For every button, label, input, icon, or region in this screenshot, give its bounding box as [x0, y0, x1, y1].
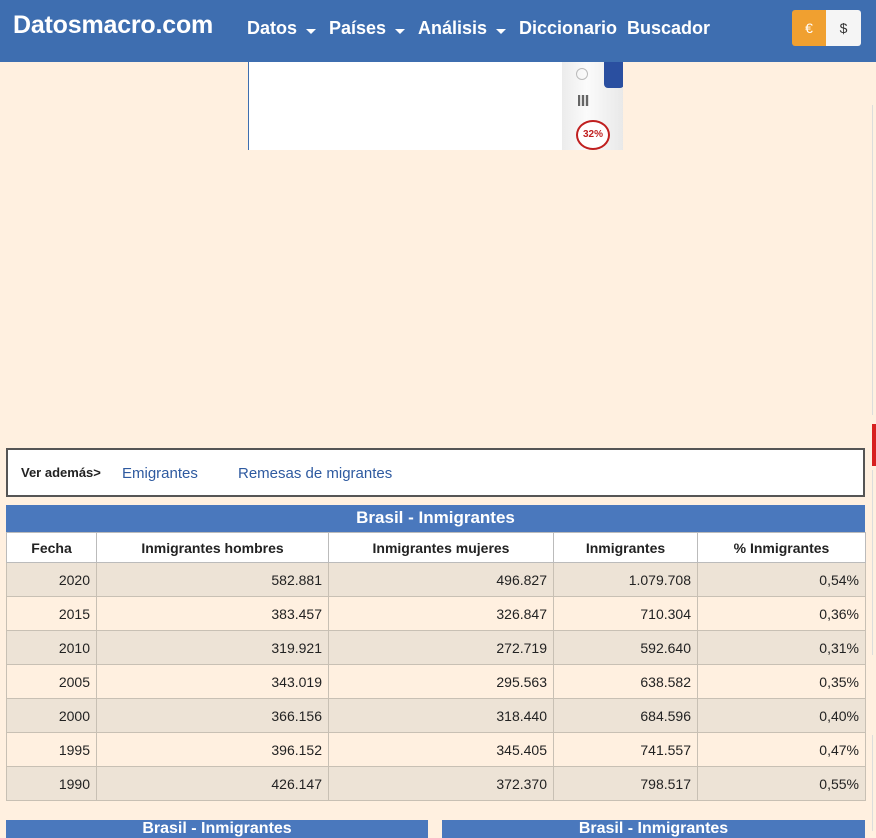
- site-logo[interactable]: Datosmacro.com: [13, 11, 213, 40]
- nav-analisis[interactable]: Análisis: [418, 18, 507, 39]
- cell-mujeres: 372.370: [328, 766, 554, 801]
- cell-hombres: 383.457: [96, 596, 329, 631]
- advertisement[interactable]: 32%: [248, 62, 623, 150]
- nav-analisis-label: Análisis: [418, 18, 488, 38]
- nav-paises[interactable]: Países: [329, 18, 406, 39]
- nav-datos-label: Datos: [247, 18, 298, 38]
- nav-buscador[interactable]: Buscador: [627, 18, 710, 39]
- table-title: Brasil - Inmigrantes: [6, 505, 865, 532]
- right-edge-red-tab: [872, 424, 876, 466]
- cell-mujeres: 496.827: [328, 562, 554, 597]
- right-edge-divider: [872, 735, 873, 831]
- see-also-box: Ver además> Emigrantes Remesas de migran…: [6, 448, 865, 497]
- cell-inmigrantes: 710.304: [553, 596, 698, 631]
- link-emigrantes[interactable]: Emigrantes: [122, 465, 198, 482]
- cell-hombres: 426.147: [96, 766, 329, 801]
- table-row: 2015 383.457 326.847 710.304 0,36%: [6, 596, 866, 631]
- column-header-inmigrantes-mujeres[interactable]: Inmigrantes mujeres: [328, 532, 554, 563]
- ad-discount-badge: 32%: [576, 120, 610, 150]
- cell-mujeres: 345.405: [328, 732, 554, 767]
- cell-hombres: 343.019: [96, 664, 329, 699]
- cell-hombres: 396.152: [96, 732, 329, 767]
- ad-product-cap: [604, 62, 623, 88]
- table-header-row: Fecha Inmigrantes hombres Inmigrantes mu…: [6, 532, 866, 563]
- nav-diccionario[interactable]: Diccionario: [519, 18, 617, 39]
- currency-usd-button[interactable]: $: [826, 10, 861, 46]
- column-header-inmigrantes[interactable]: Inmigrantes: [553, 532, 698, 563]
- cell-fecha: 1995: [6, 732, 97, 767]
- cell-porcentaje: 0,36%: [697, 596, 866, 631]
- column-header-porcentaje-inmigrantes[interactable]: % Inmigrantes: [697, 532, 866, 563]
- link-remesas-de-migrantes[interactable]: Remesas de migrantes: [238, 465, 392, 482]
- nav-datos[interactable]: Datos: [247, 18, 317, 39]
- cell-porcentaje: 0,47%: [697, 732, 866, 767]
- cell-inmigrantes: 741.557: [553, 732, 698, 767]
- cell-porcentaje: 0,40%: [697, 698, 866, 733]
- immigrants-table: Fecha Inmigrantes hombres Inmigrantes mu…: [6, 532, 866, 801]
- cell-fecha: 2010: [6, 630, 97, 665]
- cell-mujeres: 318.440: [328, 698, 554, 733]
- cell-mujeres: 326.847: [328, 596, 554, 631]
- cell-inmigrantes: 798.517: [553, 766, 698, 801]
- nav-paises-label: Países: [329, 18, 387, 38]
- cell-fecha: 2000: [6, 698, 97, 733]
- nav-buscador-label: Buscador: [627, 18, 711, 38]
- cell-inmigrantes: 592.640: [553, 630, 698, 665]
- cell-inmigrantes: 638.582: [553, 664, 698, 699]
- column-header-inmigrantes-hombres[interactable]: Inmigrantes hombres: [96, 532, 329, 563]
- chevron-down-icon: [496, 28, 507, 34]
- ad-circle-icon: [576, 68, 588, 80]
- table-row: 2005 343.019 295.563 638.582 0,35%: [6, 664, 866, 699]
- cell-mujeres: 295.563: [328, 664, 554, 699]
- cell-fecha: 1990: [6, 766, 97, 801]
- table-row: 2010 319.921 272.719 592.640 0,31%: [6, 630, 866, 665]
- chevron-down-icon: [395, 28, 406, 34]
- cell-inmigrantes: 684.596: [553, 698, 698, 733]
- cell-inmigrantes: 1.079.708: [553, 562, 698, 597]
- bottom-panel-title-right: Brasil - Inmigrantes: [442, 820, 865, 838]
- ad-product-image: 32%: [562, 62, 623, 150]
- table-row: 1995 396.152 345.405 741.557 0,47%: [6, 732, 866, 767]
- top-navbar: Datosmacro.com Datos Países Análisis Dic…: [0, 0, 876, 62]
- bottom-panel-title-left: Brasil - Inmigrantes: [6, 820, 428, 838]
- column-header-fecha[interactable]: Fecha: [6, 532, 97, 563]
- cell-mujeres: 272.719: [328, 630, 554, 665]
- currency-eur-button[interactable]: €: [792, 10, 826, 46]
- cell-fecha: 2015: [6, 596, 97, 631]
- right-edge-divider: [872, 470, 873, 655]
- cell-hombres: 319.921: [96, 630, 329, 665]
- table-row: 1990 426.147 372.370 798.517 0,55%: [6, 766, 866, 801]
- cell-hombres: 366.156: [96, 698, 329, 733]
- cell-fecha: 2005: [6, 664, 97, 699]
- cell-porcentaje: 0,35%: [697, 664, 866, 699]
- qr-code-icon: [578, 95, 589, 106]
- cell-hombres: 582.881: [96, 562, 329, 597]
- table-row: 2020 582.881 496.827 1.079.708 0,54%: [6, 562, 866, 597]
- cell-porcentaje: 0,55%: [697, 766, 866, 801]
- chevron-down-icon: [306, 28, 317, 34]
- cell-porcentaje: 0,31%: [697, 630, 866, 665]
- table-row: 2000 366.156 318.440 684.596 0,40%: [6, 698, 866, 733]
- cell-fecha: 2020: [6, 562, 97, 597]
- right-edge-divider: [872, 105, 873, 415]
- nav-diccionario-label: Diccionario: [519, 18, 618, 38]
- see-also-label: Ver además>: [21, 465, 101, 480]
- cell-porcentaje: 0,54%: [697, 562, 866, 597]
